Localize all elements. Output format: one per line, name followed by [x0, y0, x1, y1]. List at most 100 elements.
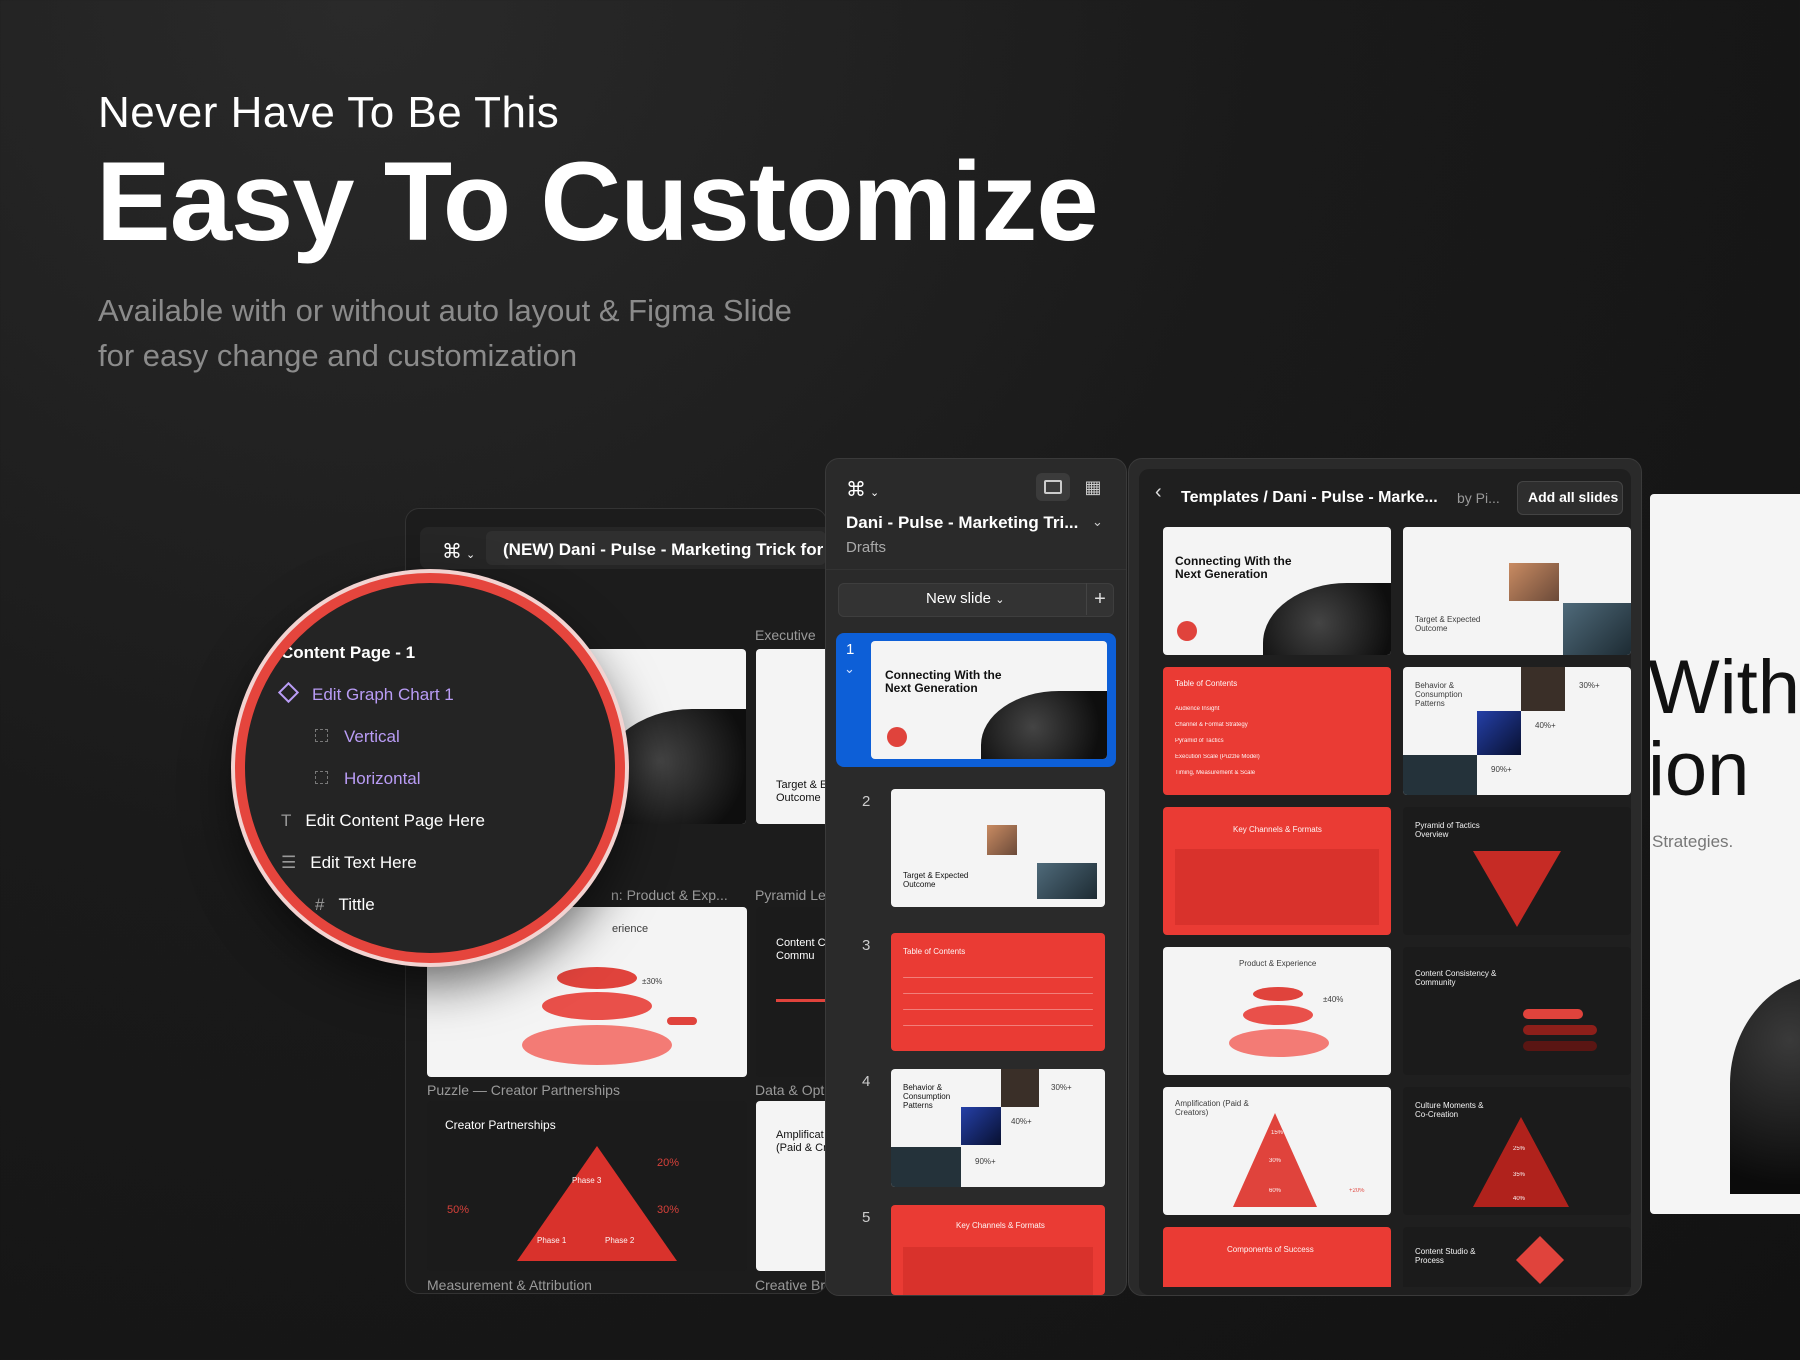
frame-dashed-icon — [315, 771, 328, 784]
text-icon: T — [281, 811, 292, 830]
phase-label: Phase 2 — [605, 1236, 635, 1245]
toc-row: Timing, Measurement & Scale — [1175, 770, 1256, 776]
hero-pretitle: Never Have To Be This — [98, 88, 560, 137]
templates-window: ‹ Templates / Dani - Pulse - Marke... by… — [1128, 458, 1642, 1296]
frame-icon: # — [315, 895, 325, 914]
back-chevron-icon[interactable]: ‹ — [1155, 481, 1162, 504]
stat-label: +20% — [1349, 1188, 1365, 1194]
template-slide-10[interactable]: Culture Moments & Co-Creation 25% 35% 40… — [1403, 1087, 1631, 1215]
canvas-slide-amplification[interactable]: Amplificat (Paid & Cr — [756, 1101, 826, 1271]
layer-graph-chart[interactable]: Edit Graph Chart 1 — [277, 681, 454, 705]
layer-label: Content Page - 1 — [281, 643, 416, 662]
template-slide-9[interactable]: Amplification (Paid & Creators) 15% 30% … — [1163, 1087, 1391, 1215]
layer-vertical[interactable]: Vertical — [315, 727, 400, 747]
canvas-slide-content[interactable]: Content C & Commu — [756, 907, 826, 1077]
toc-row: Channel & Format Strategy — [1175, 722, 1248, 728]
slide-title: Table of Contents — [903, 947, 966, 956]
layer-tittle[interactable]: # Tittle — [315, 895, 375, 915]
stat-label: 30% — [657, 1204, 680, 1216]
chevron-down-icon[interactable]: ⌄ — [844, 661, 855, 677]
template-slide-12[interactable]: Content Studio & Process — [1403, 1227, 1631, 1287]
stat-label: 50% — [447, 1204, 470, 1216]
slide-title: Product & Experience — [1239, 959, 1317, 968]
toc-line — [903, 993, 1093, 994]
red-dot-button — [887, 727, 907, 747]
slide-title: Creator Partnerships — [445, 1118, 556, 1132]
project-title[interactable]: Dani - Pulse - Marketing Tri... — [846, 513, 1078, 533]
slide-title: Target & Expected Outcome — [1415, 615, 1481, 633]
preview-heading-line2: ion — [1650, 727, 1750, 812]
layer-edit-content[interactable]: T Edit Content Page Here — [281, 811, 485, 831]
canvas-slide-target[interactable]: Target & E Outcome — [756, 649, 826, 824]
slide-thumb-1: Connecting With the Next Generation — [871, 641, 1107, 759]
template-slide-2[interactable]: Target & Expected Outcome — [1403, 527, 1631, 655]
template-slide-11[interactable]: Components of Success — [1163, 1227, 1391, 1287]
stat-label: 25% — [1513, 1146, 1526, 1152]
slide-number: 2 — [862, 793, 871, 810]
chevron-down-icon[interactable]: ⌄ — [1092, 514, 1103, 530]
template-slide-4[interactable]: Behavior & Consumption Patterns 30%+ 40%… — [1403, 667, 1631, 795]
template-slide-3[interactable]: Table of Contents Audience Insight Chann… — [1163, 667, 1391, 795]
slide-title: Behavior & Consumption Patterns — [903, 1083, 951, 1110]
stat-label: 40% — [1513, 1196, 1526, 1202]
figma-menu-icon[interactable]: ⌘ ⌄ — [442, 539, 475, 564]
templates-breadcrumb[interactable]: Templates / Dani - Pulse - Marke... — [1181, 489, 1438, 507]
slide-number: 3 — [862, 937, 871, 954]
photo-thumb — [961, 1107, 1001, 1145]
divider — [826, 569, 1126, 570]
frame-label-pyramid: Pyramid Le — [755, 887, 826, 903]
stat-label: 35% — [1513, 1172, 1526, 1178]
pyramid-graphic — [1473, 1117, 1569, 1207]
stat-label: 15% — [1271, 1130, 1284, 1136]
grid-view-icon[interactable]: ▦ — [1076, 473, 1110, 501]
template-slide-6[interactable]: Pyramid of Tactics Overview — [1403, 807, 1631, 935]
template-slide-7[interactable]: Product & Experience ±40% — [1163, 947, 1391, 1075]
preview-heading-line1: With t — [1650, 645, 1800, 730]
photo-thumb — [1403, 755, 1477, 795]
design-file-name: (NEW) Dani - Pulse - Marketing Trick for… — [503, 540, 827, 559]
slide-title: Content C & Commu — [776, 937, 826, 962]
stat-label: 30%+ — [1051, 1083, 1072, 1092]
stat-label: 90%+ — [1491, 765, 1512, 774]
toggle-bar — [1523, 1009, 1583, 1019]
layer-horizontal[interactable]: Horizontal — [315, 769, 421, 789]
toggle-bar — [1523, 1041, 1597, 1051]
layer-label: Edit Graph Chart 1 — [312, 685, 454, 704]
layer-edit-text[interactable]: ☰ Edit Text Here — [281, 853, 417, 873]
chevron-down-icon: ⌄ — [995, 594, 1005, 606]
templates-author: by Pi... — [1457, 490, 1500, 506]
slide-thumb-4[interactable]: Behavior & Consumption Patterns 30%+ 40%… — [891, 1069, 1105, 1187]
plus-icon[interactable]: + — [1086, 583, 1113, 615]
photo-thumb — [1521, 667, 1565, 711]
stack-mid — [1243, 1005, 1313, 1025]
layer-label: Edit Text Here — [310, 853, 417, 872]
hero-title: Easy To Customize — [96, 139, 1099, 264]
template-slide-8[interactable]: Content Consistency & Community — [1403, 947, 1631, 1075]
photo-thumb — [1037, 863, 1097, 899]
stat-label: 40%+ — [1011, 1117, 1032, 1126]
slide-thumb-2[interactable]: Target & Expected Outcome — [891, 789, 1105, 907]
photo-thumb — [891, 1147, 961, 1187]
template-slide-5[interactable]: Key Channels & Formats — [1163, 807, 1391, 935]
slide-thumb-5[interactable]: Key Channels & Formats — [891, 1205, 1105, 1295]
phase-label: Phase 3 — [572, 1176, 602, 1185]
frame-label-data: Data & Opt — [755, 1082, 825, 1098]
single-view-icon[interactable] — [1036, 473, 1070, 501]
toc-row: Execution Scale (Puzzle Model) — [1175, 754, 1260, 760]
photo-thumb — [1563, 603, 1631, 655]
photo-thumb — [987, 825, 1017, 855]
stat-label: ±30% — [642, 977, 663, 986]
layer-label: Tittle — [338, 895, 375, 914]
slide-thumb-3[interactable]: Table of Contents — [891, 933, 1105, 1051]
hero-subtitle-line1: Available with or without auto layout & … — [98, 293, 792, 328]
hero-subtitle: Available with or without auto layout & … — [98, 288, 858, 378]
canvas-slide-creator[interactable]: Creator Partnerships Phase 3 Phase 1 Pha… — [427, 1101, 747, 1271]
frame-label-executive: Executive — [755, 627, 816, 643]
layer-label: Vertical — [344, 727, 400, 746]
layer-content-page[interactable]: Content Page - 1 — [281, 643, 415, 663]
figma-menu-icon[interactable]: ⌘ ⌄ — [846, 477, 879, 502]
stack-mid — [542, 992, 652, 1020]
template-slide-1[interactable]: Connecting With the Next Generation — [1163, 527, 1391, 655]
frame-label-puzzle: Puzzle — Creator Partnerships — [427, 1082, 620, 1098]
toggle-bar — [1523, 1025, 1597, 1035]
